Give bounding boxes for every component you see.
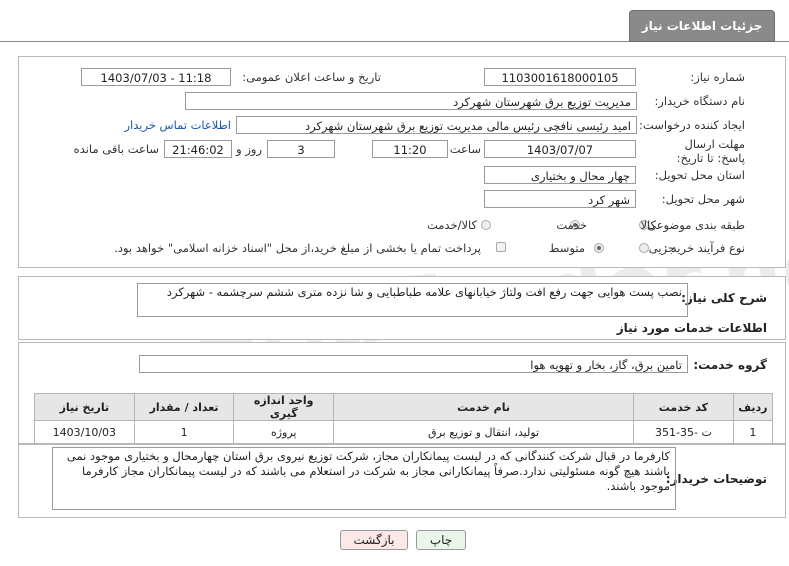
- col-header-date: تاریخ نیاز: [34, 393, 135, 421]
- treasury-payment-note: پرداخت تمام یا بخشی از مبلغ خرید،از محل …: [114, 241, 481, 255]
- cell-qty: 1: [133, 420, 235, 444]
- deadline-time-label: ساعت: [449, 142, 481, 156]
- description-textarea[interactable]: نصب پست هوایی جهت رفع افت ولتاژ خیابانها…: [137, 283, 688, 317]
- cell-row: 1: [732, 420, 774, 444]
- page-title: جزئیات اطلاعات نیاز: [629, 10, 775, 42]
- process-option-minor: جزیی: [648, 241, 675, 255]
- creator-field[interactable]: امید رئیسی نافچی رئیس مالی مدیریت توزیع …: [236, 116, 637, 134]
- announce-label: تاریخ و ساعت اعلان عمومی:: [242, 70, 381, 84]
- col-header-code: کد خدمت: [633, 393, 734, 421]
- service-group-label: گروه خدمت:: [693, 358, 767, 372]
- deadline-label: مهلت ارسال پاسخ: تا تاریخ:: [676, 137, 745, 165]
- col-header-name: نام خدمت: [333, 393, 635, 421]
- remaining-time-field[interactable]: 21:46:02: [164, 140, 232, 158]
- days-remaining-field[interactable]: 3: [267, 140, 335, 158]
- service-group-field[interactable]: تامین برق، گاز، بخار و تهویه هوا: [139, 355, 688, 373]
- city-field[interactable]: شهر کرد: [484, 190, 636, 208]
- province-field[interactable]: چهار محال و بختیاری: [484, 166, 636, 184]
- category-label: طبقه بندی موضوعی:: [643, 218, 745, 232]
- province-label: استان محل تحویل:: [654, 168, 745, 182]
- process-radio-minor[interactable]: [639, 243, 649, 253]
- buyer-notes-label: توضیحات خریدار:: [665, 472, 767, 486]
- col-header-unit: واحد اندازه گیری: [233, 393, 335, 421]
- deadline-time-field[interactable]: 11:20: [372, 140, 448, 158]
- need-number-field[interactable]: 1103001618000105: [484, 68, 636, 86]
- cell-code: ت -35-351: [633, 420, 734, 444]
- category-option-goods: کالا: [640, 218, 656, 232]
- announce-field[interactable]: 1403/07/03 - 11:18: [81, 68, 231, 86]
- col-header-qty: تعداد / مقدار: [133, 393, 235, 421]
- days-label: روز و: [236, 142, 262, 156]
- creator-label: ایجاد کننده درخواست:: [639, 118, 745, 132]
- treasury-payment-checkbox[interactable]: [496, 242, 506, 252]
- category-option-service: خدمت: [556, 218, 587, 232]
- services-section-title: اطلاعات خدمات مورد نیاز: [616, 321, 767, 335]
- back-button[interactable]: بازگشت: [340, 530, 408, 550]
- cell-name: تولید، انتقال و توزیع برق: [333, 420, 635, 444]
- remaining-label: ساعت باقی مانده: [73, 142, 159, 156]
- buyer-contact-link[interactable]: اطلاعات تماس خریدار: [124, 118, 231, 132]
- category-option-goods-service: کالا/خدمت: [426, 218, 477, 232]
- buyer-org-field[interactable]: مدیریت توزیع برق شهرستان شهرکرد: [185, 92, 637, 110]
- cell-unit: پروژه: [233, 420, 335, 444]
- deadline-date-field[interactable]: 1403/07/07: [484, 140, 636, 158]
- buyer-notes-textarea[interactable]: کارفرما در قبال شرکت کنندگانی که در لیست…: [52, 447, 676, 510]
- process-radio-medium[interactable]: [594, 243, 604, 253]
- description-label: شرح کلی نیاز:: [681, 291, 767, 305]
- process-option-medium: متوسط: [548, 241, 585, 255]
- city-label: شهر محل تحویل:: [661, 192, 745, 206]
- need-number-label: شماره نیاز:: [690, 70, 745, 84]
- category-radio-goods-service[interactable]: [481, 220, 491, 230]
- table-row: 1 ت -35-351 تولید، انتقال و توزیع برق پر…: [34, 420, 774, 444]
- print-button[interactable]: چاپ: [416, 530, 466, 550]
- process-label: نوع فرآیند خرید :: [663, 241, 745, 255]
- services-table: ردیف کد خدمت نام خدمت واحد اندازه گیری ت…: [34, 393, 774, 444]
- cell-date: 1403/10/03: [34, 420, 135, 444]
- col-header-row: ردیف: [732, 393, 774, 421]
- buyer-org-label: نام دستگاه خریدار:: [654, 94, 745, 108]
